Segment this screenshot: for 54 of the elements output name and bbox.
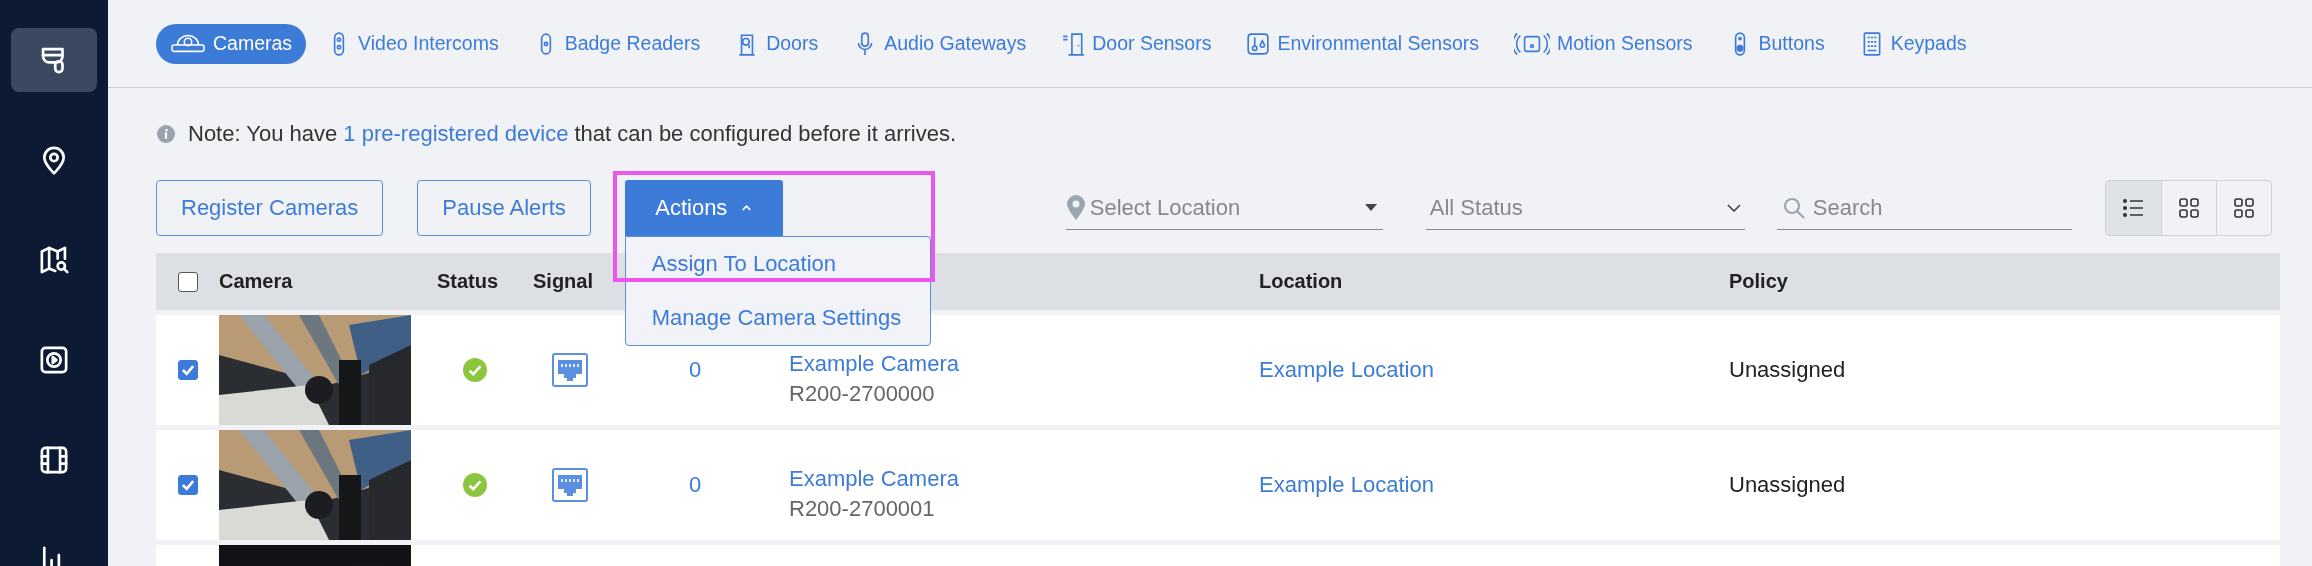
device-tab[interactable]: Badge Readers xyxy=(519,23,715,64)
door-sensor-icon xyxy=(1061,31,1086,56)
actions-button[interactable]: Actions xyxy=(624,180,783,236)
serial-number: R200-2700001 xyxy=(789,496,935,522)
camera-name-link[interactable]: Example Camera xyxy=(789,466,959,492)
device-tab[interactable]: Motion Sensors xyxy=(1500,23,1707,64)
location-link[interactable]: Example Location xyxy=(1259,357,1434,382)
search-icon xyxy=(1782,196,1805,219)
device-tab[interactable]: Video Intercoms xyxy=(313,23,513,64)
device-tab[interactable]: Doors xyxy=(721,23,833,64)
device-tab[interactable]: Cameras xyxy=(156,23,307,64)
device-tab[interactable]: Door Sensors xyxy=(1047,23,1226,64)
pre-registered-link[interactable]: 1 pre-registered device xyxy=(343,121,569,146)
row-checkbox[interactable] xyxy=(178,360,198,380)
toolbar-button[interactable]: Pause Alerts xyxy=(417,180,591,236)
column-header: Status xyxy=(437,270,499,292)
motion-sensor-icon xyxy=(1514,31,1551,56)
menu-item[interactable]: Manage Camera Settings xyxy=(625,291,930,345)
map-pin-icon xyxy=(1065,194,1086,221)
dropdown-arrow-icon xyxy=(1364,204,1377,211)
device-tab[interactable]: Audio Gateways xyxy=(839,23,1041,64)
ethernet-icon xyxy=(552,468,588,502)
info-icon xyxy=(156,124,176,144)
serial-number: R200-2700000 xyxy=(789,381,935,407)
camera-name-link[interactable]: Example Camera xyxy=(789,351,959,377)
device-tab[interactable]: Environmental Sensors xyxy=(1232,23,1494,64)
column-header: Location xyxy=(1259,270,1343,292)
note-text: Note: You have 1 pre-registered device that can be configured before it arrives. xyxy=(188,121,957,147)
select-all-checkbox[interactable] xyxy=(178,271,198,292)
thermometer-icon xyxy=(1246,31,1271,56)
ethernet-icon xyxy=(552,353,588,387)
row-checkbox[interactable] xyxy=(178,475,198,495)
device-tab[interactable]: Keypads xyxy=(1845,23,1981,64)
toolbar-button[interactable]: Register Cameras xyxy=(156,180,384,236)
policy-text: Unassigned xyxy=(1729,472,1846,497)
column-header: Signal xyxy=(533,270,593,292)
search-field[interactable]: Search xyxy=(1810,193,2055,222)
grid-view-icon xyxy=(2177,197,2200,219)
sidebar-item[interactable] xyxy=(11,28,97,92)
count-link[interactable]: 0 xyxy=(688,472,702,498)
device-tab[interactable]: Buttons xyxy=(1713,23,1839,64)
menu-item[interactable]: Assign To Location xyxy=(625,237,930,291)
policy-text: Unassigned xyxy=(1729,357,1846,382)
status-select[interactable]: All Status xyxy=(1425,186,1745,230)
list-view-icon xyxy=(2122,197,2145,219)
location-link[interactable]: Example Location xyxy=(1259,472,1434,497)
chevron-down-icon xyxy=(1726,203,1741,212)
caret-icon xyxy=(741,204,753,212)
tile-view-icon xyxy=(2232,197,2255,219)
location-select[interactable]: Select Location xyxy=(1065,186,1383,230)
column-header: Policy xyxy=(1729,270,1788,292)
view-toggle[interactable] xyxy=(2105,181,2161,235)
count-link[interactable]: 0 xyxy=(688,357,702,383)
column-header: Camera xyxy=(219,270,293,292)
